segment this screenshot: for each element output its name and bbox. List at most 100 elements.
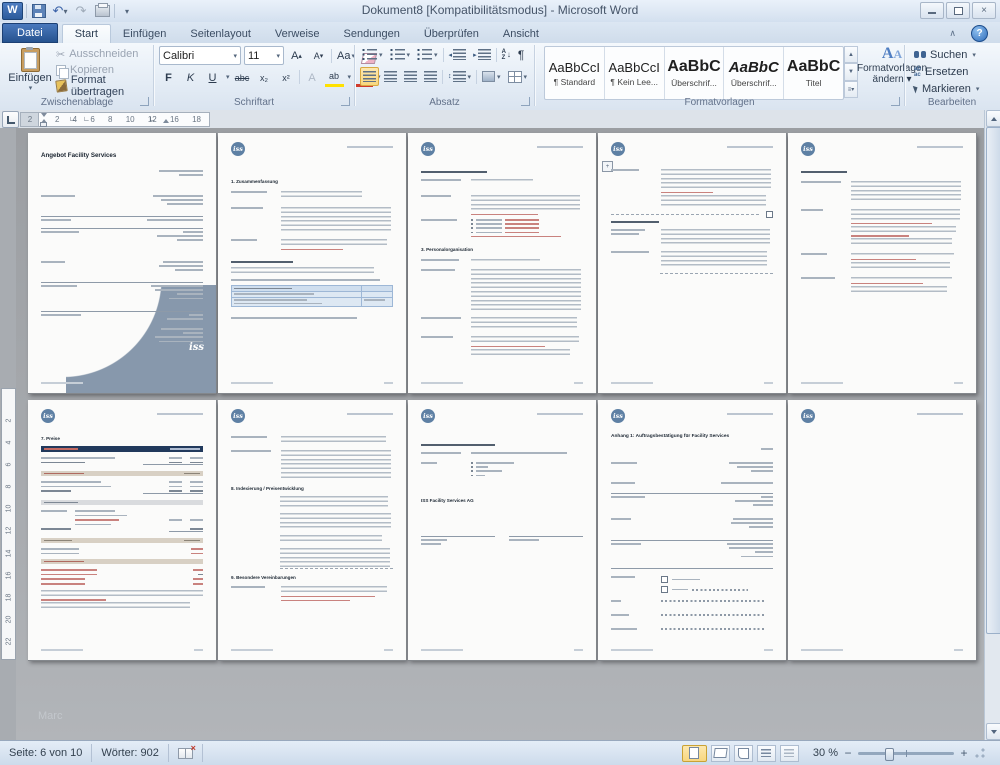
- italic-button[interactable]: K: [181, 69, 200, 86]
- minimize-ribbon-icon[interactable]: ∧: [949, 28, 956, 39]
- tab-ueberpruefen[interactable]: Überprüfen: [412, 25, 491, 43]
- page-thumbnail-3[interactable]: iss 3. Personalorganisation: [408, 133, 596, 393]
- zoom-out-button[interactable]: −: [842, 746, 854, 760]
- tab-datei[interactable]: Datei: [2, 23, 58, 43]
- page-thumbnail-8[interactable]: iss ISS Facility Services AG: [408, 400, 596, 660]
- underline-button[interactable]: U: [203, 69, 222, 86]
- page-thumbnail-5[interactable]: iss: [788, 133, 976, 393]
- highlight-dropdown-caret[interactable]: ▾: [348, 73, 352, 81]
- gallery-more-button[interactable]: ≡▾: [844, 80, 858, 98]
- strikethrough-button[interactable]: abc: [233, 69, 252, 86]
- view-draft-button[interactable]: [779, 744, 799, 762]
- window-resize-grip[interactable]: [974, 747, 986, 759]
- page-thumbnail-6[interactable]: iss 7. Preise: [28, 400, 216, 660]
- shading-button[interactable]: ▾: [480, 68, 503, 85]
- close-button[interactable]: ×: [972, 2, 996, 19]
- view-outline-button[interactable]: [756, 744, 776, 762]
- tab-ansicht[interactable]: Ansicht: [491, 25, 551, 43]
- tab-einfuegen[interactable]: Einfügen: [111, 25, 178, 43]
- checkbox-icon[interactable]: [661, 576, 668, 583]
- scroll-down-button[interactable]: [986, 723, 1000, 740]
- zoom-slider[interactable]: [858, 747, 954, 761]
- tab-stop-marker[interactable]: ∟: [149, 116, 156, 123]
- style-titel[interactable]: AaBbC Titel: [784, 47, 843, 99]
- dialog-launcher-icon[interactable]: [521, 97, 530, 106]
- align-right-button[interactable]: [402, 68, 419, 85]
- document-canvas[interactable]: 24 68 10 12 14 16 18 20 22 iss Angebot Faci…: [0, 128, 1000, 740]
- restore-button[interactable]: [946, 2, 970, 19]
- sort-button[interactable]: A Z ↓: [500, 46, 513, 63]
- zoom-in-button[interactable]: +: [958, 746, 970, 760]
- status-proofing-button[interactable]: [169, 743, 203, 762]
- page-thumbnail-7[interactable]: iss 8. Indexierung / Preisentwicklung 9.…: [218, 400, 406, 660]
- style-standard[interactable]: AaBbCcI ¶ Standard: [545, 47, 605, 99]
- vertical-ruler[interactable]: 24 68 10 12 14 16 18 20 22: [1, 388, 16, 660]
- help-button[interactable]: ?: [971, 25, 988, 42]
- page-thumbnail-2[interactable]: iss 1. Zusammenfassung: [218, 133, 406, 393]
- tab-verweise[interactable]: Verweise: [263, 25, 332, 43]
- dialog-launcher-icon[interactable]: [140, 97, 149, 106]
- bold-button[interactable]: F: [159, 69, 178, 86]
- status-word-count[interactable]: Wörter: 902: [92, 744, 169, 762]
- borders-button[interactable]: ▾: [506, 68, 530, 85]
- gallery-scroll-down-button[interactable]: ▼: [844, 63, 858, 81]
- line-spacing-button[interactable]: ↕ ▾: [446, 68, 473, 85]
- scrollbar-thumb[interactable]: [986, 127, 1000, 634]
- find-button[interactable]: Suchen ▾: [914, 47, 976, 62]
- first-line-indent-marker[interactable]: [41, 113, 47, 117]
- select-button[interactable]: Markieren ▾: [912, 81, 979, 96]
- page-thumbnail-10[interactable]: iss: [788, 400, 976, 660]
- tab-start[interactable]: Start: [61, 24, 111, 43]
- cut-button[interactable]: ✂ Ausschneiden: [56, 46, 138, 62]
- status-page-indicator[interactable]: Seite: 6 von 10: [0, 744, 93, 762]
- tab-seitenlayout[interactable]: Seitenlayout: [178, 25, 263, 43]
- style-ueberschrift1[interactable]: AaBbC Überschrif...: [665, 47, 725, 99]
- tab-selector-button[interactable]: [2, 111, 19, 128]
- align-left-button[interactable]: [360, 67, 379, 86]
- horizontal-ruler[interactable]: 24 68 10 12 16 18 ∟ ∟ ∟: [38, 112, 210, 127]
- tab-sendungen[interactable]: Sendungen: [332, 25, 412, 43]
- bullets-button[interactable]: ▾: [360, 46, 385, 63]
- dialog-launcher-icon[interactable]: [341, 97, 350, 106]
- align-center-button[interactable]: [382, 68, 399, 85]
- view-fullscreen-reading-button[interactable]: [710, 744, 730, 762]
- font-size-select[interactable]: 11 ▾: [244, 46, 284, 65]
- zoom-level-text[interactable]: 30 %: [813, 747, 838, 759]
- vertical-scrollbar[interactable]: [984, 110, 1000, 740]
- checkbox-icon[interactable]: [766, 211, 773, 218]
- grow-font-button[interactable]: A ▴: [287, 47, 306, 64]
- multilevel-list-button[interactable]: ▾: [415, 46, 440, 63]
- style-kein-leerraum[interactable]: AaBbCcI ¶ Kein Lee...: [605, 47, 665, 99]
- right-indent-marker[interactable]: [163, 119, 169, 123]
- text-effects-button[interactable]: A: [303, 69, 322, 86]
- shrink-font-button[interactable]: A ▾: [309, 47, 328, 64]
- style-ueberschrift2[interactable]: AaBbC Überschrif...: [724, 47, 785, 99]
- superscript-button[interactable]: x²: [277, 69, 296, 86]
- font-family-select[interactable]: Calibri ▾: [159, 46, 241, 65]
- tab-stop-marker[interactable]: ∟: [69, 116, 76, 123]
- left-indent-marker[interactable]: [40, 122, 47, 127]
- paste-button[interactable]: Einfügen ▾: [6, 45, 54, 103]
- scroll-up-button[interactable]: [986, 110, 1000, 127]
- page-thumbnail-4[interactable]: iss +: [598, 133, 786, 393]
- replace-button[interactable]: ab ac Ersetzen: [914, 64, 968, 79]
- decrease-indent-button[interactable]: ◂: [447, 46, 469, 63]
- view-print-layout-button[interactable]: [681, 744, 707, 762]
- tab-stop-marker[interactable]: ∟: [83, 116, 90, 123]
- increase-indent-button[interactable]: ▸: [471, 46, 493, 63]
- show-paragraph-marks-button[interactable]: ¶: [516, 46, 526, 63]
- zoom-slider-thumb[interactable]: [884, 747, 894, 761]
- justify-button[interactable]: [422, 68, 439, 85]
- gallery-scroll-up-button[interactable]: ▲: [844, 46, 858, 64]
- page-thumbnail-9[interactable]: iss Anhang 1: Auftragsbestätigung für Fa…: [598, 400, 786, 660]
- view-web-layout-button[interactable]: [733, 744, 753, 762]
- page-thumbnail-1[interactable]: iss Angebot Facility Services: [28, 133, 216, 393]
- subscript-button[interactable]: x₂: [255, 69, 274, 86]
- underline-dropdown-caret[interactable]: ▾: [226, 73, 230, 81]
- numbering-button[interactable]: ▾: [388, 46, 413, 63]
- format-painter-button[interactable]: Format übertragen: [55, 74, 152, 98]
- minimize-button[interactable]: [920, 2, 944, 19]
- highlight-color-button[interactable]: ab: [324, 67, 344, 87]
- dialog-launcher-icon[interactable]: [891, 97, 900, 106]
- checkbox-icon[interactable]: [661, 586, 668, 593]
